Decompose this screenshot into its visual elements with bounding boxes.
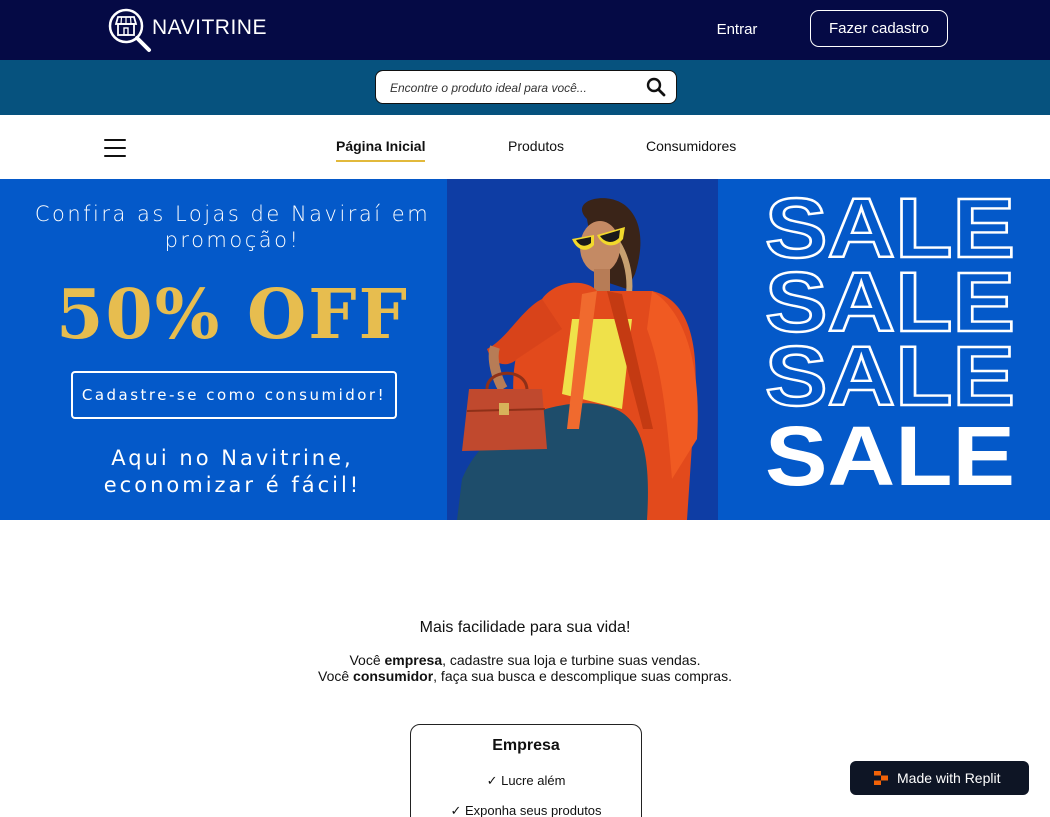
consumer-signup-button[interactable]: Cadastre-se como consumidor! bbox=[71, 371, 397, 419]
storefront-search-icon bbox=[104, 6, 158, 56]
signup-button[interactable]: Fazer cadastro bbox=[810, 10, 948, 47]
nav-item-home[interactable]: Página Inicial bbox=[336, 138, 426, 162]
brand-logo[interactable]: NAVITRINE bbox=[104, 6, 267, 56]
search-bar bbox=[0, 60, 1050, 115]
description-line-consumer: Você consumidor, faça sua busca e descom… bbox=[318, 668, 732, 684]
search-input[interactable] bbox=[390, 78, 640, 98]
promo-tagline-line1: Aqui no Navitrine, bbox=[111, 446, 354, 470]
brand-name: NAVITRINE bbox=[152, 16, 267, 39]
nav-item-consumers[interactable]: Consumidores bbox=[646, 138, 736, 154]
promo-text-panel: Confira as Lojas de Naviraí em promoção!… bbox=[0, 179, 447, 520]
card-title: Empresa bbox=[492, 737, 560, 754]
main-nav: Página Inicial Produtos Consumidores bbox=[0, 115, 1050, 179]
section-description: Você empresa, cadastre sua loja e turbin… bbox=[0, 652, 1050, 684]
description-line-company: Você empresa, cadastre sua loja e turbin… bbox=[349, 652, 701, 668]
company-plan-card: Empresa ✓ Lucre além ✓ Exponha seus prod… bbox=[410, 724, 642, 817]
promo-discount: 50% OFF bbox=[56, 275, 409, 355]
promo-tagline: Aqui no Navitrine, economizar é fácil! bbox=[20, 445, 445, 499]
replit-logo-icon bbox=[873, 770, 889, 786]
sale-panel: SALE SALE SALE SALE bbox=[718, 179, 1050, 520]
search-box bbox=[375, 70, 677, 104]
sale-graphic: SALE SALE SALE SALE bbox=[764, 193, 1016, 503]
card-feature: ✓ Lucre além bbox=[486, 773, 566, 788]
promo-tagline-line2: economizar é fácil! bbox=[103, 473, 362, 497]
card-feature: ✓ Exponha seus produtos bbox=[450, 803, 602, 817]
nav-item-products[interactable]: Produtos bbox=[508, 138, 564, 154]
replit-badge[interactable]: Made with Replit bbox=[850, 761, 1029, 795]
replit-badge-label: Made with Replit bbox=[897, 770, 1001, 786]
model-photo bbox=[447, 179, 718, 520]
top-header: NAVITRINE Entrar Fazer cadastro bbox=[0, 0, 1050, 60]
section-headline: Mais facilidade para sua vida! bbox=[419, 619, 631, 636]
promo-title: Confira as Lojas de Naviraí em promoção! bbox=[34, 202, 431, 252]
sale-text-4: SALE bbox=[765, 409, 1015, 503]
menu-icon[interactable] bbox=[104, 139, 126, 158]
promo-banner: Confira as Lojas de Naviraí em promoção!… bbox=[0, 179, 1050, 520]
search-icon[interactable] bbox=[646, 77, 666, 97]
login-button[interactable]: Entrar bbox=[706, 14, 768, 44]
